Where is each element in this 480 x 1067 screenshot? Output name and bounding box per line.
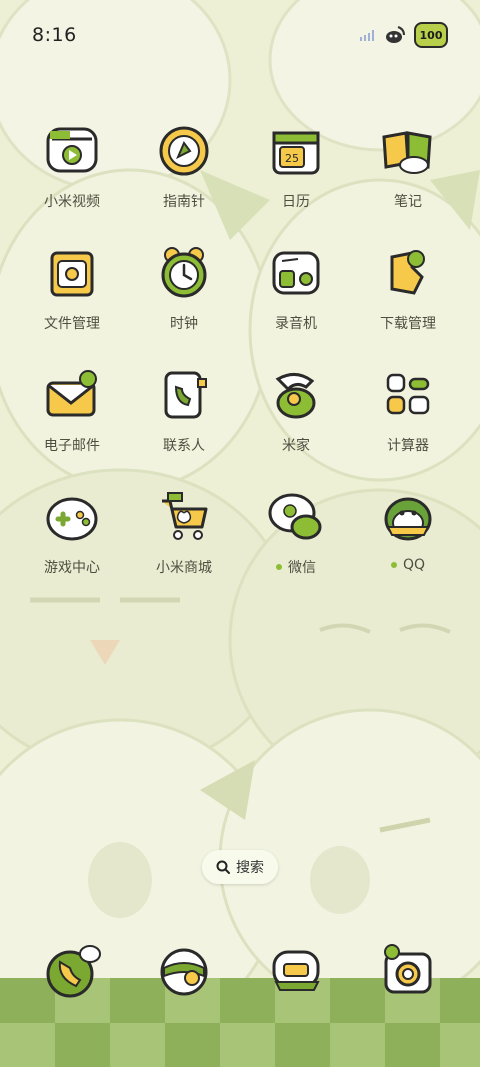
new-badge-dot <box>276 564 282 570</box>
compass-icon <box>159 126 209 176</box>
app-label: 下载管理 <box>380 316 436 332</box>
qq-penguin-icon <box>384 497 432 541</box>
video-icon <box>46 127 98 173</box>
app-notes[interactable]: 笔记 <box>352 115 464 229</box>
app-calculator[interactable]: 计算器 <box>352 359 464 473</box>
search-button[interactable]: 搜索 <box>202 850 278 884</box>
calendar-date: 25 <box>285 152 299 165</box>
app-label: 录音机 <box>275 316 317 332</box>
folder-icon <box>50 251 94 297</box>
phone-icon <box>46 945 101 998</box>
camera-icon <box>384 944 432 994</box>
app-label: 米家 <box>282 438 310 454</box>
calendar-icon: 25 <box>272 131 320 175</box>
app-mi-video[interactable]: 小米视频 <box>16 115 128 229</box>
app-qq[interactable]: QQ <box>352 481 464 595</box>
mail-icon <box>46 370 97 417</box>
app-label-text: 微信 <box>288 560 316 576</box>
shopping-cart-icon <box>162 492 208 540</box>
app-label: 日历 <box>282 194 310 210</box>
app-label: 计算器 <box>387 438 429 454</box>
app-label: 小米视频 <box>44 194 100 210</box>
app-clock[interactable]: 时钟 <box>128 237 240 351</box>
app-label: 时钟 <box>170 316 198 332</box>
browser-globe-icon <box>160 948 208 996</box>
app-mijia[interactable]: 米家 <box>240 359 352 473</box>
notes-icon <box>382 131 432 174</box>
app-label: QQ <box>390 557 426 573</box>
app-label: 笔记 <box>394 194 422 210</box>
app-grid: 小米视频 指南针 25 日历 笔记 文件管理 时钟 录音机 下载管理 电子邮件 … <box>16 115 464 595</box>
status-indicators: 100 <box>360 22 448 48</box>
app-wechat[interactable]: 微信 <box>240 481 352 595</box>
app-calendar[interactable]: 25 日历 <box>240 115 352 229</box>
calculator-icon <box>386 373 430 415</box>
app-recorder[interactable]: 录音机 <box>240 237 352 351</box>
new-badge-dot <box>390 562 397 568</box>
app-compass[interactable]: 指南针 <box>128 115 240 229</box>
dock-browser[interactable] <box>128 932 240 1000</box>
app-label: 指南针 <box>163 194 205 210</box>
app-label: 联系人 <box>163 438 205 454</box>
app-label-text: QQ <box>402 557 426 573</box>
gamepad-icon <box>46 497 98 541</box>
app-label: 小米商城 <box>156 560 212 576</box>
app-mi-store[interactable]: 小米商城 <box>128 481 240 595</box>
wifi-cat-icon <box>386 26 405 43</box>
contacts-icon <box>164 371 207 419</box>
battery-indicator: 100 <box>414 22 448 48</box>
recorder-icon <box>272 251 320 295</box>
dock-messages[interactable] <box>240 932 352 1000</box>
app-label: 电子邮件 <box>44 438 100 454</box>
dock-phone[interactable] <box>16 932 128 1000</box>
dock-camera[interactable] <box>352 932 464 1000</box>
status-time: 8:16 <box>32 24 77 46</box>
search-label: 搜索 <box>236 860 264 876</box>
download-icon <box>390 250 425 295</box>
clock-icon <box>161 247 207 298</box>
status-bar: 8:16 100 <box>0 0 480 70</box>
signal-icon <box>360 30 374 41</box>
app-file-manager[interactable]: 文件管理 <box>16 237 128 351</box>
search-icon <box>216 860 230 874</box>
mijia-icon <box>275 373 316 419</box>
app-label: 游戏中心 <box>44 560 100 576</box>
messages-icon <box>272 950 320 991</box>
app-label: 微信 <box>276 557 316 577</box>
app-download-manager[interactable]: 下载管理 <box>352 237 464 351</box>
dock <box>16 932 464 1000</box>
app-contacts[interactable]: 联系人 <box>128 359 240 473</box>
app-label: 文件管理 <box>44 316 100 332</box>
app-game-center[interactable]: 游戏中心 <box>16 481 128 595</box>
wechat-icon <box>268 493 322 540</box>
app-email[interactable]: 电子邮件 <box>16 359 128 473</box>
